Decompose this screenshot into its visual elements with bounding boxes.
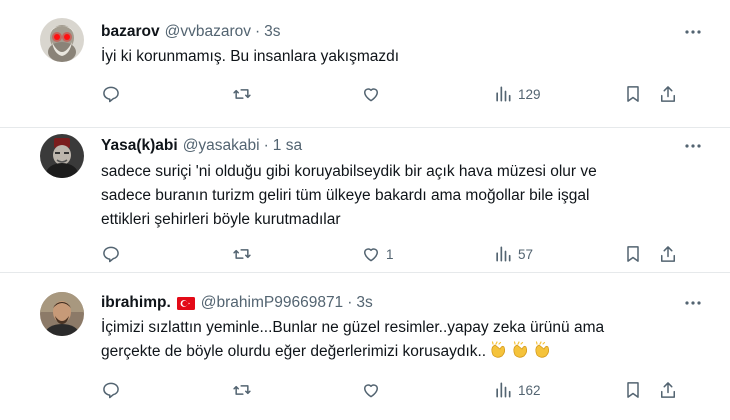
author-handle[interactable]: @vvbazarov	[165, 23, 251, 41]
author-handle[interactable]: @brahimP99669871	[201, 294, 343, 312]
retweet-icon	[232, 244, 252, 264]
tweet-3[interactable]: ibrahimp. @brahimP99669871 · 3s İçimizi …	[0, 273, 730, 420]
tweet-text-line-content: gerçekte de böyle olurdu eğer değerlerim…	[101, 343, 487, 360]
views-icon	[493, 380, 513, 400]
tweet-text-line: sadece suriçi 'ni olduğu gibi koruyabils…	[101, 163, 597, 180]
like-count: 1	[386, 246, 394, 262]
views-button[interactable]: 162	[493, 378, 541, 402]
timestamp[interactable]: 3s	[264, 23, 280, 41]
views-icon	[493, 84, 513, 104]
share-icon	[658, 380, 678, 400]
view-count: 162	[518, 382, 541, 398]
action-bar: 162	[0, 378, 730, 402]
bookmark-icon	[623, 244, 643, 264]
reply-icon	[101, 244, 121, 264]
share-icon	[658, 244, 678, 264]
more-icon[interactable]	[682, 135, 704, 157]
like-button[interactable]: 1	[361, 242, 394, 266]
author-name[interactable]: ibrahimp.	[101, 294, 171, 312]
separator-dot: ·	[254, 23, 261, 40]
share-button[interactable]	[658, 82, 678, 106]
action-bar: 129	[0, 82, 730, 106]
clapping-hands-icon	[535, 341, 550, 358]
views-icon	[493, 244, 513, 264]
separator-dot: ·	[347, 294, 353, 311]
views-button[interactable]: 129	[493, 82, 541, 106]
retweet-button[interactable]	[232, 378, 257, 402]
action-bar: 1 57	[0, 242, 730, 266]
reply-button[interactable]	[101, 82, 126, 106]
separator-dot: ·	[263, 137, 269, 154]
like-icon	[361, 84, 381, 104]
reply-icon	[101, 84, 121, 104]
author-name[interactable]: Yasa(k)abi	[101, 137, 178, 155]
bookmark-icon	[623, 84, 643, 104]
share-button[interactable]	[658, 242, 678, 266]
avatar[interactable]	[40, 292, 84, 336]
bookmark-button[interactable]	[623, 242, 643, 266]
like-button[interactable]	[361, 82, 386, 106]
tweet-text-line: ettikleri şehirleri böyle kurutmadılar	[101, 211, 341, 228]
author-name[interactable]: bazarov	[101, 23, 160, 41]
share-icon	[658, 84, 678, 104]
reply-button[interactable]	[101, 242, 126, 266]
clapping-hands-icon	[491, 341, 506, 358]
view-count: 57	[518, 246, 534, 262]
timestamp[interactable]: 1 sa	[273, 137, 302, 155]
tweet-1[interactable]: bazarov @vvbazarov · 3s İyi ki korunmamı…	[0, 0, 730, 126]
views-button[interactable]: 57	[493, 242, 533, 266]
like-button[interactable]	[361, 378, 386, 402]
reply-icon	[101, 380, 121, 400]
bookmark-icon	[623, 380, 643, 400]
tweet-text: sadece suriçi 'ni olduğu gibi koruyabils…	[101, 160, 597, 232]
turkey-flag-icon	[176, 296, 195, 310]
avatar[interactable]	[40, 18, 84, 62]
tweet-text-line: İçimizi sızlattın yeminle...Bunlar ne gü…	[101, 319, 605, 336]
tweet-text-line: gerçekte de böyle olurdu eğer değerlerim…	[101, 340, 604, 364]
avatar[interactable]	[40, 134, 84, 178]
tweet-text: İçimizi sızlattın yeminle...Bunlar ne gü…	[101, 316, 604, 364]
bookmark-button[interactable]	[623, 378, 643, 402]
like-icon	[361, 244, 381, 264]
view-count: 129	[518, 86, 541, 102]
author-handle[interactable]: @yasakabi	[183, 137, 260, 155]
more-icon[interactable]	[682, 21, 704, 43]
clapping-hands-icon	[513, 341, 528, 358]
retweet-icon	[232, 84, 252, 104]
timestamp[interactable]: 3s	[356, 294, 372, 312]
retweet-button[interactable]	[232, 242, 257, 266]
reply-button[interactable]	[101, 378, 126, 402]
tweet-text: İyi ki korunmamış. Bu insanlara yakışmaz…	[101, 45, 399, 69]
more-icon[interactable]	[682, 292, 704, 314]
retweet-icon	[232, 380, 252, 400]
retweet-button[interactable]	[232, 82, 257, 106]
tweet-text-line: İyi ki korunmamış. Bu insanlara yakışmaz…	[101, 48, 400, 65]
like-icon	[361, 380, 381, 400]
bookmark-button[interactable]	[623, 82, 643, 106]
tweet-text-line: sadece buranın turizm geliri tüm ülkeye …	[101, 187, 590, 204]
tweet-2[interactable]: Yasa(k)abi @yasakabi · 1 sa sadece suriç…	[0, 128, 730, 270]
share-button[interactable]	[658, 378, 678, 402]
